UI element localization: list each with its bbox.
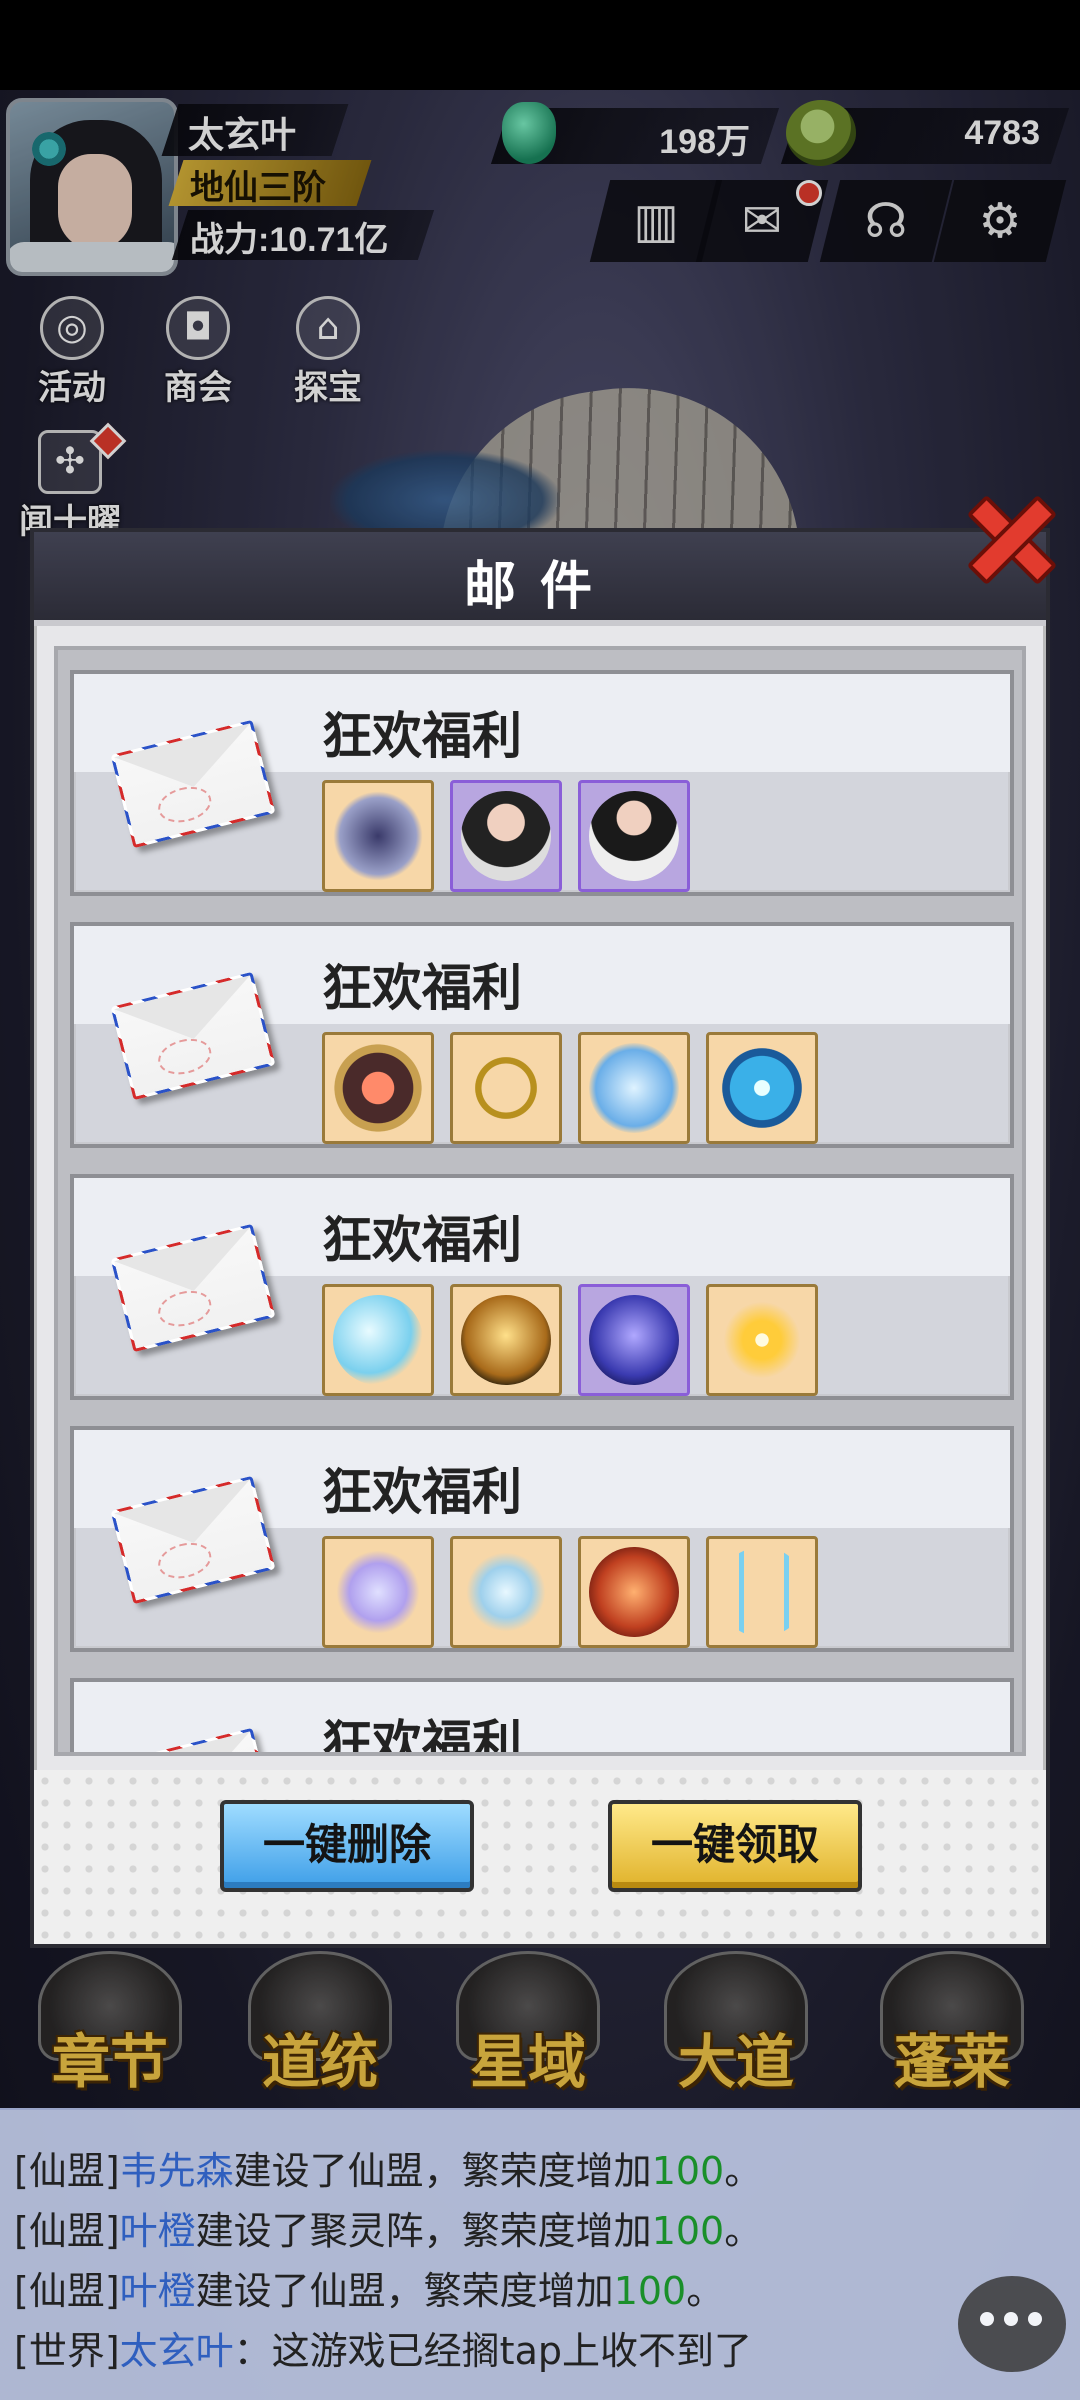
mail-title: 狂欢福利 <box>322 1211 522 1269</box>
chat-text: 建设了仙盟，繁荣度增加 <box>195 2269 614 2313</box>
chat-end: 。 <box>686 2269 725 2313</box>
mail-title: 狂欢福利 <box>322 1463 522 1521</box>
chat-channel: [世界] <box>14 2329 120 2373</box>
dialog-title: 邮件 <box>463 557 616 617</box>
chat-number: 100 <box>613 2269 687 2313</box>
chat-channel: [仙盟] <box>14 2209 120 2253</box>
game-screen: 太玄叶 地仙三阶 战力:10.71亿 198万 4783 ▥ ✉ ☊ ⚙ ◎ 活… <box>0 0 1080 2400</box>
butterfly-icon[interactable] <box>322 1536 434 1648</box>
mail-title: 狂欢福利 <box>322 707 522 765</box>
fire-lion-icon[interactable] <box>578 1536 690 1648</box>
chat-text: 建设了仙盟，繁荣度增加 <box>233 2149 652 2193</box>
mail-title: 狂欢福利 <box>322 1715 522 1756</box>
mail-item[interactable]: 狂欢福利 <box>70 670 1014 896</box>
chat-number: 100 <box>651 2209 725 2253</box>
mail-list[interactable]: 狂欢福利 狂欢福利 狂欢福利 狂欢福利 狂欢福利 <box>54 646 1026 1756</box>
mail-item[interactable]: 狂欢福利 <box>70 1174 1014 1400</box>
mail-item[interactable]: 狂欢福利 <box>70 1678 1014 1756</box>
chat-panel[interactable]: [仙盟]韦先森建设了仙盟，繁荣度增加100。 [仙盟]叶橙建设了聚灵阵，繁荣度增… <box>0 2108 1080 2400</box>
gold-necklace-icon[interactable] <box>450 1032 562 1144</box>
chat-text: ：这游戏已经搁tap上收不到了 <box>233 2329 752 2373</box>
chat-message: [世界]太玄叶：这游戏已经搁tap上收不到了 <box>14 2320 752 2375</box>
mail-item[interactable]: 狂欢福利 <box>70 922 1014 1148</box>
chat-bubble-icon[interactable] <box>958 2276 1066 2372</box>
chat-sender[interactable]: 韦先森 <box>120 2149 234 2193</box>
triple-sword-icon[interactable] <box>706 1536 818 1648</box>
chat-sender[interactable]: 叶橙 <box>120 2209 196 2253</box>
blue-vortex-icon[interactable] <box>706 1032 818 1144</box>
mail-title: 狂欢福利 <box>322 959 522 1017</box>
dialog-header: 邮件 <box>34 532 1046 626</box>
chat-message: [仙盟]叶橙建设了仙盟，繁荣度增加100。 <box>14 2260 724 2315</box>
chat-number: 100 <box>651 2149 725 2193</box>
chat-sender[interactable]: 太玄叶 <box>120 2329 234 2373</box>
fashion-bag-icon[interactable] <box>322 780 434 892</box>
chat-dots <box>980 2312 994 2326</box>
mail-dialog: 邮件 狂欢福利 狂欢福利 狂欢福利 狂欢福利 狂欢福利 一键删除 一键领取 <box>30 528 1050 1948</box>
feather-icon[interactable] <box>450 1536 562 1648</box>
golden-warrior-icon[interactable] <box>450 1284 562 1396</box>
ice-warrior-icon[interactable] <box>578 1032 690 1144</box>
gold-orb-icon[interactable] <box>322 1032 434 1144</box>
dialog-footer: 一键删除 一键领取 <box>34 1770 1046 1944</box>
chat-end: 。 <box>724 2209 763 2253</box>
chat-channel: [仙盟] <box>14 2149 120 2193</box>
mail-item[interactable]: 狂欢福利 <box>70 1426 1014 1652</box>
close-button[interactable] <box>960 488 1064 592</box>
chat-text: 建设了聚灵阵，繁荣度增加 <box>195 2209 652 2253</box>
ice-dragon-icon[interactable] <box>322 1284 434 1396</box>
chat-message: [仙盟]韦先森建设了仙盟，繁荣度增加100。 <box>14 2140 762 2195</box>
chat-sender[interactable]: 叶橙 <box>120 2269 196 2313</box>
golden-sunburst-icon[interactable] <box>706 1284 818 1396</box>
female-portrait-icon[interactable] <box>578 780 690 892</box>
purple-spirit-icon[interactable] <box>578 1284 690 1396</box>
chat-message: [仙盟]叶橙建设了聚灵阵，繁荣度增加100。 <box>14 2200 762 2255</box>
claim-all-button[interactable]: 一键领取 <box>608 1800 862 1892</box>
delete-all-button[interactable]: 一键删除 <box>220 1800 474 1892</box>
chat-end: 。 <box>724 2149 763 2193</box>
female-portrait-icon[interactable] <box>450 780 562 892</box>
chat-channel: [仙盟] <box>14 2269 120 2313</box>
